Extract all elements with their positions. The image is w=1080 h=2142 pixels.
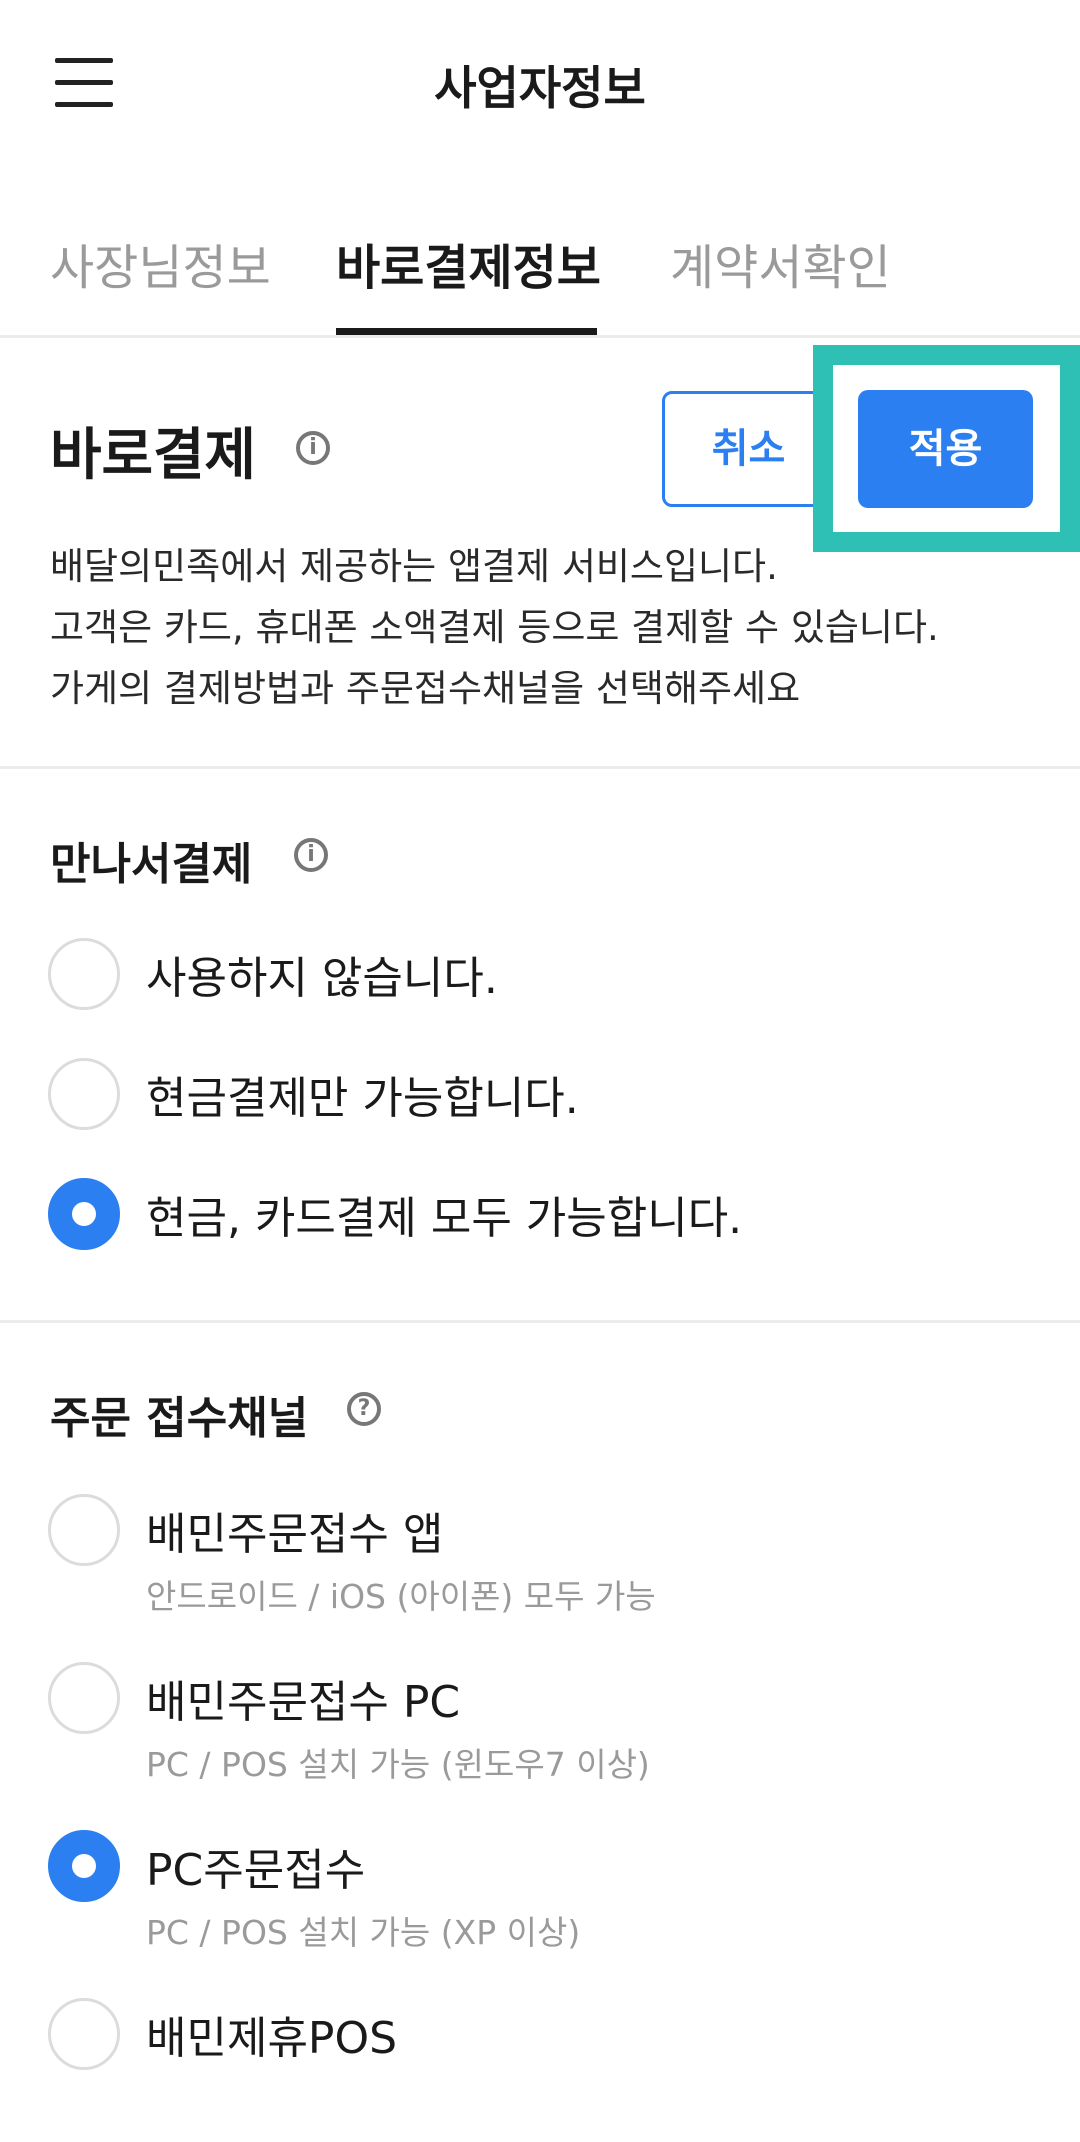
question-icon[interactable]: ? <box>347 1392 381 1426</box>
description-line: 가게의 결제방법과 주문접수채널을 선택해주세요 <box>50 667 801 710</box>
description-line: 배달의민족에서 제공하는 앱결제 서비스입니다. <box>50 545 778 588</box>
option-sub-label: 안드로이드 / iOS (아이폰) 모두 가능 <box>146 1577 656 1616</box>
tab-owner-info[interactable]: 사장님정보 <box>50 228 271 298</box>
option-label: 현금, 카드결제 모두 가능합니다. <box>146 1193 743 1244</box>
active-tab-indicator <box>336 328 597 335</box>
apply-button[interactable]: 적용 <box>858 390 1033 508</box>
baro-payment-description: 배달의민족에서 제공하는 앱결제 서비스입니다. 고객은 카드, 휴대폰 소액결… <box>50 536 1050 719</box>
radio-button[interactable] <box>48 1662 120 1734</box>
app-header: 사업자정보 <box>0 0 1080 165</box>
option-label: 현금결제만 가능합니다. <box>146 1073 579 1124</box>
page-title: 사업자정보 <box>434 61 646 115</box>
option-label: PC주문접수 <box>146 1845 366 1896</box>
radio-button[interactable] <box>48 1998 120 2070</box>
order-channel-title: 주문 접수채널 <box>50 1393 309 1444</box>
section-divider <box>0 766 1080 769</box>
tab-contract-check[interactable]: 계약서확인 <box>670 228 891 298</box>
tab-bar: 사장님정보 바로결제정보 계약서확인 <box>0 210 1080 338</box>
radio-button[interactable] <box>48 1494 120 1566</box>
radio-button-checked[interactable] <box>48 1830 120 1902</box>
info-icon[interactable]: i <box>296 431 330 465</box>
radio-button-checked[interactable] <box>48 1178 120 1250</box>
option-label: 배민제휴POS <box>146 2013 398 2064</box>
baro-payment-title: 바로결제 <box>50 423 257 488</box>
option-sub-label: PC / POS 설치 가능 (윈도우7 이상) <box>146 1745 650 1784</box>
description-line: 고객은 카드, 휴대폰 소액결제 등으로 결제할 수 있습니다. <box>50 606 939 649</box>
cancel-button[interactable]: 취소 <box>662 391 835 507</box>
option-label: 배민주문접수 앱 <box>146 1509 444 1560</box>
option-sub-label: PC / POS 설치 가능 (XP 이상) <box>146 1913 581 1952</box>
radio-button[interactable] <box>48 938 120 1010</box>
meet-payment-title: 만나서결제 <box>50 839 253 890</box>
option-label: 배민주문접수 PC <box>146 1677 461 1728</box>
section-divider <box>0 1320 1080 1323</box>
tab-baro-payment-info[interactable]: 바로결제정보 <box>336 228 601 298</box>
radio-button[interactable] <box>48 1058 120 1130</box>
option-label: 사용하지 않습니다. <box>146 953 498 1004</box>
info-icon[interactable]: i <box>294 838 328 872</box>
